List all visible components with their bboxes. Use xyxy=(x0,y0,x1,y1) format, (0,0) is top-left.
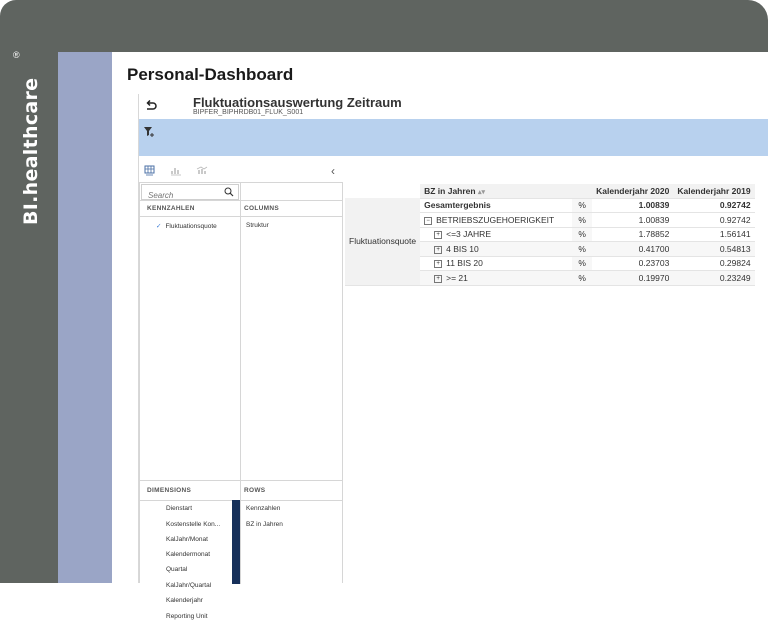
unit-cell: % xyxy=(572,270,593,286)
row-header-fluktuationsquote: Fluktuationsquote xyxy=(345,198,421,286)
dim-header[interactable]: BZ in Jahren ▴▾ xyxy=(420,184,573,199)
unit-cell: % xyxy=(572,212,593,228)
panel-separator xyxy=(140,200,342,201)
table-header-row: BZ in Jahren ▴▾ Kalenderjahr 2020 Kalend… xyxy=(345,184,755,199)
columns-item[interactable]: Struktur xyxy=(246,222,269,229)
row-label[interactable]: + <=3 JAHRE xyxy=(420,227,573,242)
rows-item[interactable]: BZ in Jahren xyxy=(246,521,283,528)
value-cell: 0.92742 xyxy=(673,212,755,228)
dimension-item[interactable]: Kostenstelle Kon... xyxy=(166,521,220,528)
search-field[interactable] xyxy=(141,184,239,203)
brand-registered-mark: ® xyxy=(13,50,20,60)
value-cell: 0.29824 xyxy=(673,256,755,271)
dimension-item[interactable]: Kalendermonat xyxy=(166,551,210,558)
value-cell: 1.78852 xyxy=(592,227,674,242)
panel-separator xyxy=(140,216,342,217)
section-kennzahlen: KENNZAHLEN xyxy=(147,205,195,212)
table-corner xyxy=(345,184,421,198)
main-area: Personal-Dashboard Fluktuationsauswertun… xyxy=(112,52,768,620)
brand-strip xyxy=(58,52,112,583)
expand-icon[interactable]: + xyxy=(434,245,443,254)
rows-item[interactable]: Kennzahlen xyxy=(246,505,280,512)
report-app: Fluktuationsauswertung Zeitraum BIPFER_B… xyxy=(138,94,768,620)
dimension-item[interactable]: KalJahr/Quartal xyxy=(166,582,211,589)
unit-cell: % xyxy=(572,227,593,242)
chevron-left-icon[interactable]: ‹ xyxy=(331,164,335,178)
kennzahlen-item[interactable]: ✓ Fluktuationsquote xyxy=(156,222,217,230)
table-view-icon[interactable] xyxy=(144,165,156,176)
value-cell: 1.56141 xyxy=(673,227,755,242)
unit-header xyxy=(572,184,593,199)
pivot-table: BZ in Jahren ▴▾ Kalenderjahr 2020 Kalend… xyxy=(345,184,755,286)
back-arrow-icon[interactable] xyxy=(145,100,157,112)
panel-separator xyxy=(140,500,342,501)
section-rows: ROWS xyxy=(244,487,266,494)
report-title: Fluktuationsauswertung Zeitraum xyxy=(193,95,402,110)
panel-separator xyxy=(140,480,342,481)
section-columns: COLUMNS xyxy=(244,205,279,212)
brand-logo-text: BI.healthcare xyxy=(20,77,42,225)
value-cell: 0.41700 xyxy=(592,241,674,257)
value-cell: 0.92742 xyxy=(673,198,755,213)
row-label[interactable]: + >= 21 xyxy=(420,270,573,286)
collapse-icon[interactable]: − xyxy=(424,216,433,225)
expand-icon[interactable]: + xyxy=(434,260,443,268)
search-icon[interactable] xyxy=(224,187,234,197)
unit-cell: % xyxy=(572,241,593,257)
dimension-item[interactable]: Reporting Unit xyxy=(166,613,208,620)
row-label: Gesamtergebnis xyxy=(420,198,573,213)
row-label[interactable]: +4 BIS 10 xyxy=(420,241,573,257)
panel-divider xyxy=(240,183,241,584)
value-cell: 0.23703 xyxy=(592,256,674,271)
sort-icon[interactable]: ▴▾ xyxy=(478,189,485,196)
bar-chart-icon[interactable] xyxy=(170,165,182,176)
dimension-item[interactable]: Quartal xyxy=(166,566,187,573)
value-cell: 0.19970 xyxy=(592,270,674,286)
value-cell: 1.00839 xyxy=(592,198,674,213)
table-row: Fluktuationsquote Gesamtergebnis % 1.008… xyxy=(345,198,755,286)
combo-chart-icon[interactable] xyxy=(196,165,208,176)
unit-cell: % xyxy=(572,198,593,213)
navigation-panel: KENNZAHLEN COLUMNS ✓Fluktuationsquote St… xyxy=(139,182,343,620)
page-title: Personal-Dashboard xyxy=(127,65,294,84)
section-dimensions: DIMENSIONS xyxy=(147,487,192,494)
expand-icon[interactable]: + xyxy=(434,231,443,239)
col-header-2019[interactable]: Kalenderjahr 2019 xyxy=(673,184,755,199)
dimension-scroll-bar[interactable] xyxy=(232,500,240,584)
row-label[interactable]: +11 BIS 20 xyxy=(420,256,573,271)
dimension-item[interactable]: Kalenderjahr xyxy=(166,597,203,604)
report-header: Fluktuationsauswertung Zeitraum BIPFER_B… xyxy=(139,94,768,119)
unit-cell: % xyxy=(572,256,593,271)
toolbar: ‹ xyxy=(139,160,344,180)
dimension-item[interactable]: Dienstart xyxy=(166,505,192,512)
filter-add-icon[interactable] xyxy=(143,126,155,138)
filter-bar xyxy=(139,119,768,156)
window-frame-top xyxy=(0,0,768,52)
report-subtitle: BIPFER_BIPHRDB01_FLUK_S001 xyxy=(193,109,304,116)
value-cell: 0.54813 xyxy=(673,241,755,257)
check-icon: ✓ xyxy=(156,223,162,230)
expand-icon[interactable]: + xyxy=(434,274,443,283)
dimension-item[interactable]: KalJahr/Monat xyxy=(166,536,208,543)
row-label[interactable]: − BETRIEBSZUGEHOERIGKEIT xyxy=(420,212,573,228)
value-cell: 1.00839 xyxy=(592,212,674,228)
value-cell: 0.23249 xyxy=(673,270,755,286)
col-header-2020[interactable]: Kalenderjahr 2020 xyxy=(592,184,674,199)
